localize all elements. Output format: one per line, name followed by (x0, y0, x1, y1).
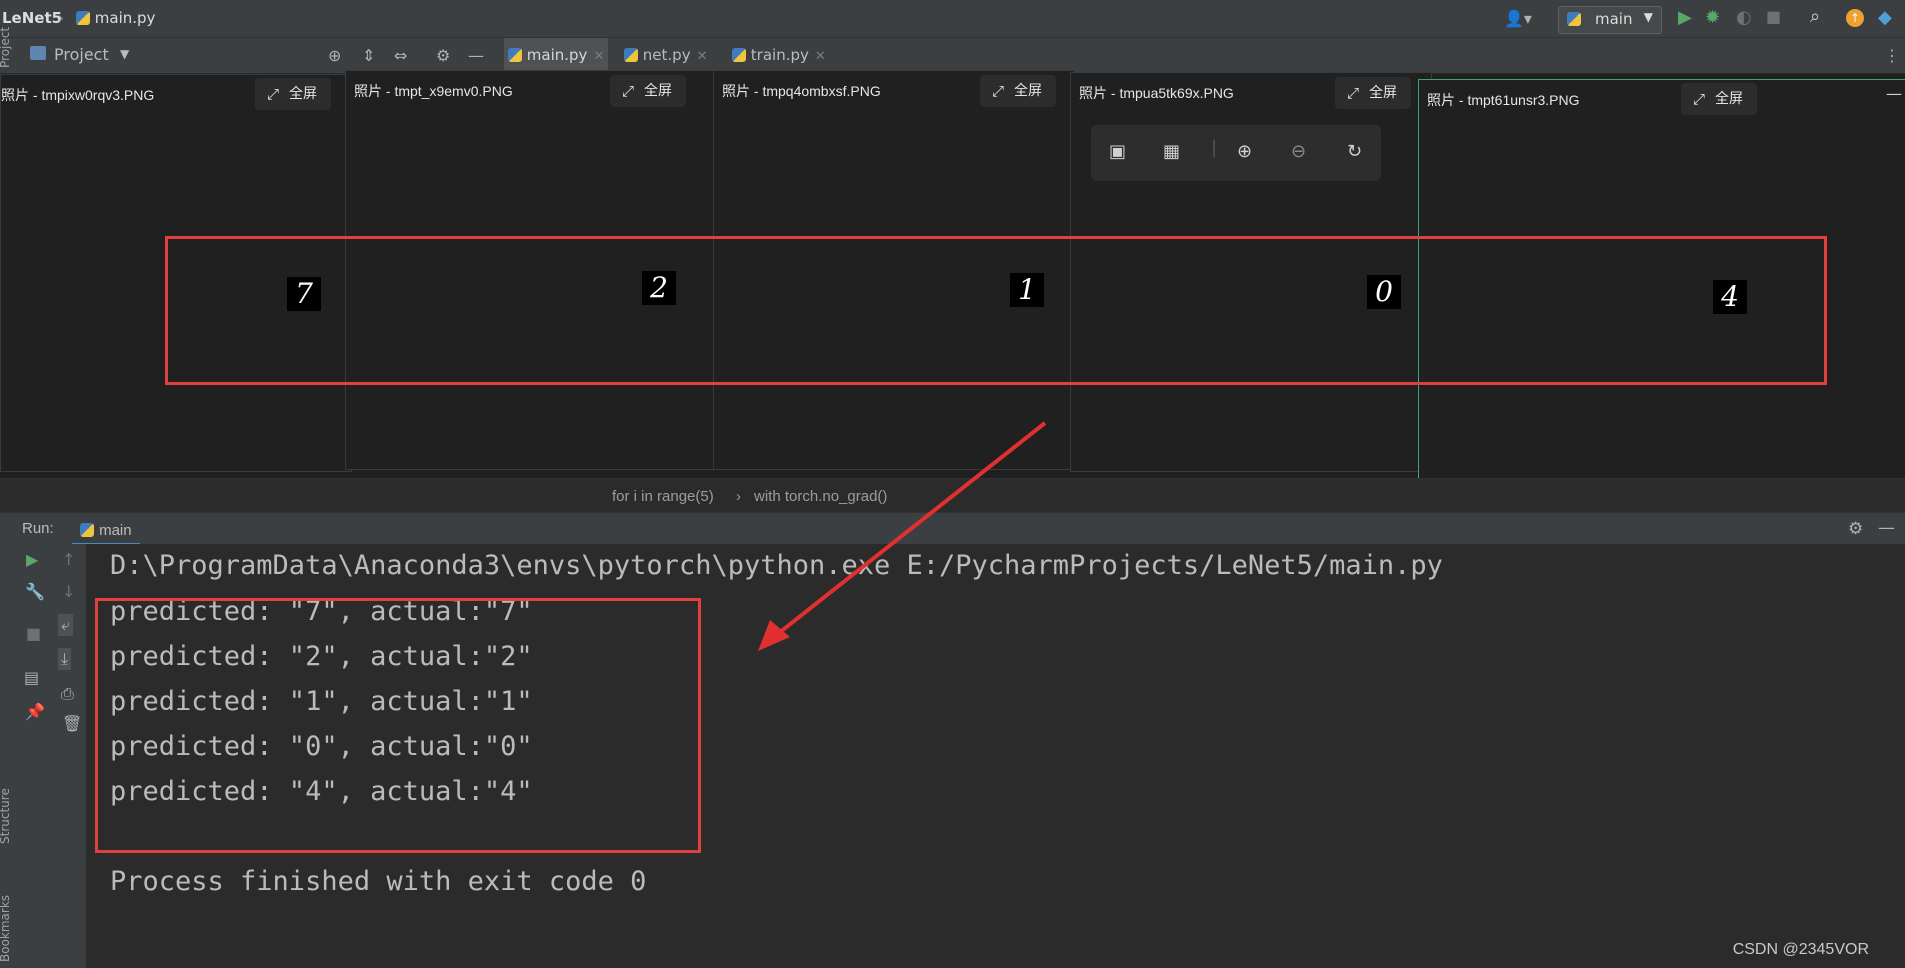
side-structure-label[interactable]: Structure (0, 788, 12, 844)
fullscreen-button[interactable]: ⤢ 全屏 (610, 75, 686, 107)
tab-label: train.py (750, 46, 809, 64)
fullscreen-label: 全屏 (289, 86, 317, 102)
expand-icon: ⤢ (622, 82, 635, 100)
photo-title: 照片 - tmpua5tk69x.PNG (1079, 85, 1234, 101)
pin-icon[interactable]: 📌 (25, 702, 45, 721)
fullscreen-button[interactable]: ⤢ 全屏 (1681, 83, 1757, 115)
minimize-icon[interactable]: — (1886, 84, 1902, 103)
python-icon (80, 523, 94, 537)
python-file-icon (508, 48, 522, 62)
arrow-down-icon[interactable]: ↓ (62, 582, 75, 601)
breadcrumb-file-label: main.py (94, 9, 156, 27)
tab-net-py[interactable]: net.py ✕ (620, 38, 711, 73)
scroll-to-end-icon[interactable]: ⤓ (58, 648, 72, 670)
gear-icon[interactable]: ⚙ (436, 46, 450, 65)
zoom-in-icon[interactable]: ⊕ (1237, 141, 1252, 162)
rotate-icon[interactable]: ↻ (1347, 141, 1362, 162)
rerun-icon[interactable]: ▶ (26, 550, 38, 569)
stop-icon[interactable]: ■ (1766, 7, 1781, 26)
fullscreen-button[interactable]: ⤢ 全屏 (1335, 77, 1411, 109)
photo-title: 照片 - tmpt_x9emv0.PNG (354, 83, 513, 99)
zoom-out-icon[interactable]: ⊖ (1291, 141, 1306, 162)
console-actions-gutter: ↑ ↓ ⤶ ⤓ ⎙ 🗑 (54, 544, 87, 968)
photo-title: 照片 - tmpt61unsr3.PNG (1427, 92, 1580, 108)
fullscreen-label: 全屏 (1715, 91, 1743, 107)
gear-icon[interactable]: ⚙ (1848, 519, 1863, 539)
trash-icon[interactable]: 🗑 (62, 714, 82, 733)
tool-tab-bar: Project Project ▼ ⊕ ⇕ ⇔ ⚙ — main.py ✕ net… (0, 27, 1905, 74)
folder-icon (30, 46, 46, 60)
python-file-icon (624, 48, 638, 62)
coverage-icon[interactable]: ◐ (1736, 7, 1752, 28)
soft-wrap-icon[interactable]: ⤶ (58, 614, 73, 636)
python-icon (1567, 12, 1581, 26)
collapse-all-icon[interactable]: ⇔ (394, 46, 407, 65)
arrow-line (768, 421, 1047, 642)
hide-icon[interactable]: — (468, 46, 484, 65)
print-icon[interactable]: ⎙ (61, 684, 74, 704)
expand-icon: ⤢ (1347, 84, 1360, 102)
wrench-icon[interactable]: 🔧 (25, 582, 45, 601)
tab-label: main.py (526, 46, 588, 64)
title-bar: LeNet5 › main.py 👤▾ main ▼ ▶ ✹ ◐ ■ ⌕ ↑ ◆ (0, 0, 1905, 38)
digits-highlight-box (165, 236, 1827, 385)
photo-title: 照片 - tmpixw0rqv3.PNG (1, 87, 155, 103)
expand-icon: ⤢ (1693, 90, 1706, 108)
arrow-up-icon[interactable]: ↑ (62, 550, 75, 569)
locate-icon[interactable]: ⊕ (328, 46, 341, 65)
close-icon[interactable]: ✕ (815, 49, 826, 64)
close-icon[interactable]: ✕ (697, 49, 708, 64)
breadcrumb-for-loop[interactable]: for i in range(5) (612, 488, 714, 505)
arrow-head (758, 620, 790, 651)
viewer-toolbar: ▣ ▦ | ⊕ ⊖ ↻ (1091, 125, 1381, 181)
fullscreen-label: 全屏 (1014, 83, 1042, 99)
run-tab-label: main (99, 522, 132, 539)
expand-icon: ⤢ (267, 85, 280, 103)
run-config-select[interactable]: main ▼ (1558, 6, 1662, 34)
photo-title: 照片 - tmpq4ombxsf.PNG (722, 83, 881, 99)
image-icon[interactable]: ▣ (1109, 141, 1126, 162)
fullscreen-button[interactable]: ⤢ 全屏 (980, 75, 1056, 107)
run-actions-gutter: ▶ 🔧 ■ ▤ 📌 (14, 544, 55, 968)
predictions-highlight-box (95, 598, 701, 853)
close-icon[interactable]: ✕ (593, 49, 604, 64)
expand-icon: ⤢ (992, 82, 1005, 100)
chevron-down-icon: ▼ (1643, 10, 1653, 24)
python-file-icon (732, 48, 746, 62)
update-icon[interactable]: ↑ (1846, 9, 1864, 27)
expand-all-icon[interactable]: ⇕ (362, 46, 375, 65)
console-exit-line: Process finished with exit code 0 (110, 866, 647, 897)
run-tab-main[interactable]: main (72, 513, 140, 546)
layout-icon[interactable]: ▤ (24, 668, 39, 687)
gallery-icon[interactable]: ▦ (1163, 141, 1180, 162)
watermark: CSDN @2345VOR (1732, 941, 1869, 958)
side-project-label[interactable]: Project (0, 27, 12, 68)
user-icon[interactable]: 👤▾ (1504, 9, 1532, 28)
project-name[interactable]: LeNet5 (2, 9, 62, 27)
tab-train-py[interactable]: train.py ✕ (728, 38, 830, 73)
more-icon[interactable]: ⋮ (1884, 46, 1900, 65)
divider: | (1211, 137, 1218, 158)
stop-icon[interactable]: ■ (26, 624, 41, 643)
side-tool-strip: Structure Bookmarks (0, 544, 14, 968)
fullscreen-label: 全屏 (644, 83, 672, 99)
run-icon[interactable]: ▶ (1678, 7, 1692, 28)
tab-label: net.py (642, 46, 691, 64)
run-config-label: main (1595, 10, 1633, 28)
jetbrains-icon[interactable]: ◆ (1878, 7, 1892, 28)
project-dropdown[interactable]: Project (54, 45, 109, 64)
side-bookmarks-label[interactable]: Bookmarks (0, 895, 12, 962)
run-label: Run: (22, 520, 54, 537)
python-file-icon (76, 11, 90, 25)
search-icon[interactable]: ⌕ (1810, 6, 1820, 27)
tab-main-py[interactable]: main.py ✕ (504, 38, 609, 73)
project-chevron-icon[interactable]: ▼ (120, 47, 129, 61)
hide-icon[interactable]: — (1878, 518, 1895, 538)
annotation-arrow (758, 421, 1047, 651)
breadcrumb-file[interactable]: main.py (76, 9, 155, 27)
fullscreen-button[interactable]: ⤢ 全屏 (255, 78, 331, 110)
fullscreen-label: 全屏 (1369, 85, 1397, 101)
debug-icon[interactable]: ✹ (1705, 7, 1720, 28)
breadcrumb-separator: › (58, 9, 64, 27)
